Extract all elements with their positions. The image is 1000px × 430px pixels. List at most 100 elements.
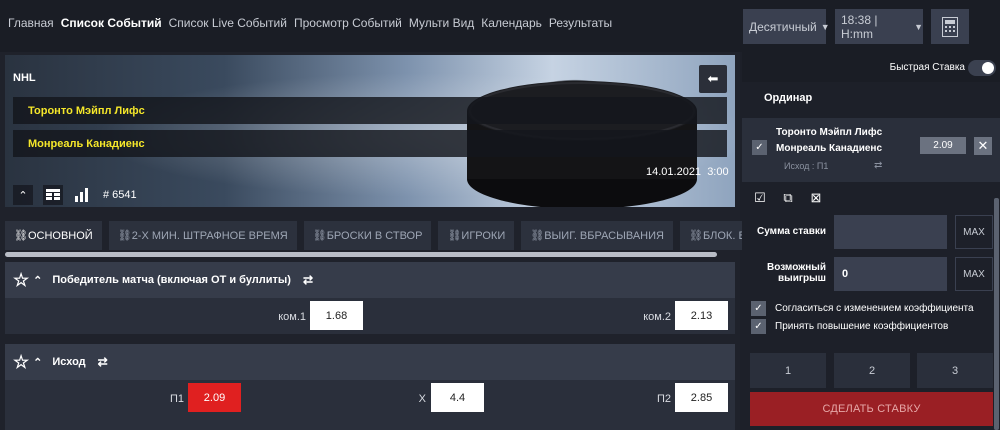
slip-outcome: Исход : П1 <box>784 161 829 171</box>
accept-changes-row[interactable]: ✓ Согласиться с изменением коэффициента <box>751 301 974 316</box>
tab-shots[interactable]: ⛓ БРОСКИ В СТВОР <box>303 221 432 250</box>
copy-button[interactable]: ⧉ <box>779 189 797 207</box>
win-max-button[interactable]: MAX <box>955 257 993 291</box>
star-icon[interactable]: ☆ <box>13 352 29 373</box>
odd-button[interactable]: 2.13 <box>675 301 728 330</box>
arrow-left-icon: ⬅ <box>707 71 719 86</box>
chevron-down-icon: ▼ <box>820 21 830 32</box>
check-all-icon: ☑ <box>754 190 766 205</box>
odd-button[interactable]: 4.4 <box>431 383 484 412</box>
accept-changes-checkbox[interactable]: ✓ <box>751 301 766 316</box>
chevron-up-icon[interactable]: ⌃ <box>33 274 42 287</box>
event-main: NHL Торонто Мэйпл Лифс Монреаль Канадиен… <box>0 52 742 430</box>
league-name: NHL <box>13 72 36 84</box>
tab-label: БЛОК. В <box>702 229 742 242</box>
market-result: ☆ ⌃ Исход ⇄ П1 2.09 X 4.4 П2 2.85 <box>5 344 735 430</box>
nav-calendar[interactable]: Календарь <box>481 16 542 30</box>
quick-amount-1[interactable]: 1 <box>750 353 826 388</box>
quick-amount-2[interactable]: 2 <box>834 353 910 388</box>
accept-increase-checkbox[interactable]: ✓ <box>751 319 766 334</box>
select-all-button[interactable]: ☑ <box>751 189 769 207</box>
calculator-icon <box>942 16 958 37</box>
calculator-button[interactable] <box>931 9 969 44</box>
double-chevron-up-icon: ⌃ <box>18 189 28 202</box>
nav-events-list[interactable]: Список Событий <box>61 16 162 30</box>
time-format-select[interactable]: 18:38 | H:mm ▼ <box>835 9 923 44</box>
tabs-scrollbar[interactable] <box>5 252 717 257</box>
event-date: 14.01.2021 <box>646 166 702 178</box>
slip-team1: Торонто Мэйпл Лифс <box>776 127 883 138</box>
nav-live-events[interactable]: Список Live Событий <box>169 16 287 30</box>
team2-name: Монреаль Канадиенс <box>13 130 727 157</box>
tab-label: ОСНОВНОЙ <box>27 229 93 242</box>
tab-label: ИГРОКИ <box>461 229 506 242</box>
copy-icon: ⧉ <box>783 190 793 205</box>
event-datetime: 14.01.2021 3:00 <box>646 166 729 178</box>
market-title: Исход <box>52 356 86 368</box>
slip-team2: Монреаль Канадиенс <box>776 143 883 154</box>
tab-label: ВЫИГ. ВБРАСЫВАНИЯ <box>544 229 664 242</box>
market-odds-row: П1 2.09 X 4.4 П2 2.85 <box>5 380 735 414</box>
nav-home[interactable]: Главная <box>8 16 54 30</box>
tab-main[interactable]: ⛓ ОСНОВНОЙ <box>5 221 102 250</box>
tab-players[interactable]: ⛓ ИГРОКИ <box>438 221 515 250</box>
nav-multi-view[interactable]: Мульти Вид <box>409 16 474 30</box>
nav-event-view[interactable]: Просмотр Событий <box>294 16 402 30</box>
accept-increase-row[interactable]: ✓ Принять повышение коэффициентов <box>751 319 948 334</box>
place-bet-button[interactable]: СДЕЛАТЬ СТАВКУ <box>750 392 993 426</box>
market-title: Победитель матча (включая ОТ и буллиты) <box>52 274 291 286</box>
accept-increase-label: Принять повышение коэффициентов <box>775 321 949 332</box>
stake-max-button[interactable]: MAX <box>955 215 993 249</box>
link-icon: ⛓ <box>117 230 132 242</box>
clear-all-button[interactable]: ⊠ <box>807 189 825 207</box>
link-icon: ⛓ <box>530 230 545 242</box>
possible-win-label-line2: выигрыш <box>778 273 826 284</box>
stats-button[interactable] <box>73 185 93 205</box>
nav-results[interactable]: Результаты <box>549 16 612 30</box>
slip-checkbox[interactable]: ✓ <box>752 140 767 155</box>
swap-arrows-icon: ⇄ <box>97 355 108 369</box>
chevron-down-icon: ▼ <box>914 21 923 32</box>
table-view-button[interactable] <box>43 185 63 205</box>
star-icon[interactable]: ☆ <box>13 270 29 291</box>
outcome-label: X <box>418 393 426 405</box>
collapse-button[interactable]: ⌃ <box>13 185 33 205</box>
odd-button-selected[interactable]: 2.09 <box>188 383 241 412</box>
quick-amount-3[interactable]: 3 <box>917 353 993 388</box>
chevron-up-icon[interactable]: ⌃ <box>33 356 42 369</box>
tab-blocks[interactable]: ⛓ БЛОК. В <box>679 221 742 250</box>
quick-bet-bar: Быстрая Ставка <box>742 52 1000 82</box>
market-header[interactable]: ☆ ⌃ Исход ⇄ <box>5 344 735 380</box>
bet-type-title: Ординар <box>764 92 813 104</box>
swap-arrows-icon: ⇄ <box>302 273 314 287</box>
link-icon: ⛓ <box>688 230 703 242</box>
odds-format-select[interactable]: Десятичный ▼ <box>743 9 830 44</box>
possible-win-label: Возможный выигрыш <box>746 262 826 284</box>
bet-slip-scrollbar[interactable] <box>994 198 999 430</box>
team1-name: Торонто Мэйпл Лифс <box>13 97 727 124</box>
link-icon: ⛓ <box>14 230 28 242</box>
event-tools: ⌃ # 6541 <box>13 185 137 205</box>
market-odds-row: ком.1 1.68 ком.2 2.13 <box>5 298 735 332</box>
market-header[interactable]: ☆ ⌃ Победитель матча (включая ОТ и булли… <box>5 262 735 298</box>
tab-penalty[interactable]: ⛓ 2-Х МИН. ШТРАФНОЕ ВРЕМЯ <box>108 221 297 250</box>
close-icon: ✕ <box>977 138 989 153</box>
remove-bet-button[interactable]: ✕ <box>974 137 992 155</box>
odds-format-value: Десятичный <box>749 19 817 34</box>
swap-arrows-icon: ⇄ <box>874 160 883 171</box>
possible-win-label-line1: Возможный <box>767 262 826 273</box>
quick-bet-toggle[interactable] <box>968 60 996 76</box>
check-icon: ✓ <box>754 321 763 332</box>
possible-win-field: 0 <box>834 257 947 291</box>
tab-faceoffs[interactable]: ⛓ ВЫИГ. ВБРАСЫВАНИЯ <box>521 221 673 250</box>
odd-button[interactable]: 2.85 <box>675 383 728 412</box>
table-icon <box>46 189 60 200</box>
outcome-label: П2 <box>656 393 671 405</box>
tab-label: 2-Х МИН. ШТРАФНОЕ ВРЕМЯ <box>131 229 288 242</box>
odd-button[interactable]: 1.68 <box>310 301 363 330</box>
slip-odd: 2.09 <box>920 137 966 154</box>
bet-slip: Быстрая Ставка Ординар ✓ Торонто Мэйпл Л… <box>742 52 1000 430</box>
stake-input[interactable] <box>834 215 947 249</box>
outcome-label: ком.2 <box>643 311 671 323</box>
back-button[interactable]: ⬅ <box>699 65 727 93</box>
